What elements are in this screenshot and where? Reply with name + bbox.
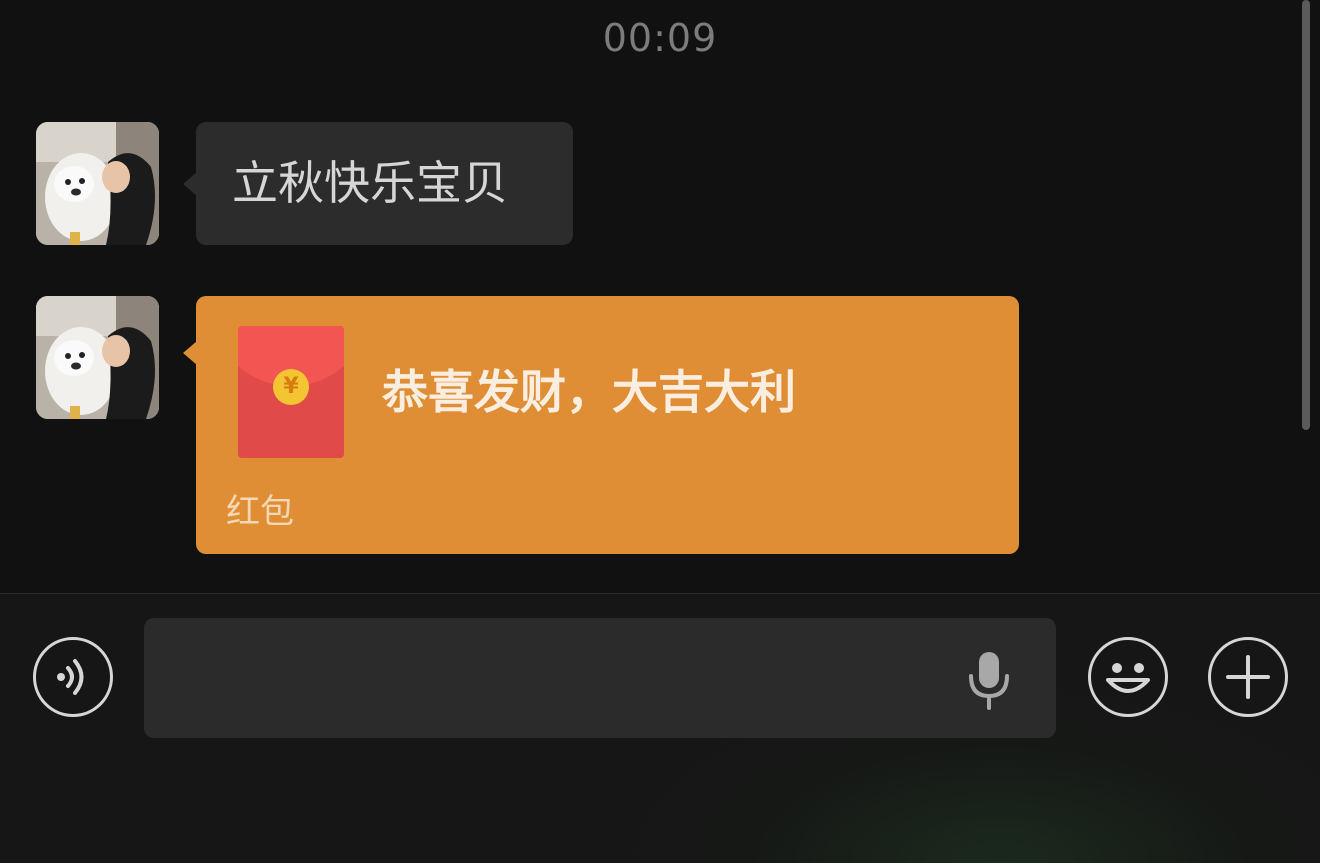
yuan-coin-icon: ¥	[273, 369, 309, 405]
microphone-icon[interactable]	[964, 648, 1014, 712]
voice-mode-icon	[57, 659, 84, 695]
avatar[interactable]	[36, 122, 159, 245]
scrollbar[interactable]	[1302, 0, 1310, 430]
emoji-button[interactable]	[1088, 637, 1168, 717]
voice-mode-button[interactable]	[33, 637, 113, 717]
red-packet-title: 恭喜发财，大吉大利	[382, 365, 796, 419]
red-packet-message[interactable]: ¥ 恭喜发财，大吉大利 红包	[183, 296, 1019, 554]
chat-screen: 00:09 立秋快乐宝贝 ¥ 恭喜发财，大吉大利 红包	[0, 0, 1320, 863]
more-options-button[interactable]	[1208, 637, 1288, 717]
avatar[interactable]	[36, 296, 159, 419]
avatar-photo	[36, 122, 159, 245]
red-envelope-icon: ¥	[238, 326, 344, 458]
message-timestamp: 00:09	[602, 16, 718, 60]
emoji-icon	[1106, 663, 1150, 693]
input-bar	[0, 593, 1320, 863]
plus-icon	[1226, 655, 1270, 699]
text-message-bubble[interactable]: 立秋快乐宝贝	[183, 122, 573, 245]
red-packet-label: 红包	[226, 492, 294, 532]
avatar-photo	[36, 296, 159, 419]
message-input[interactable]	[144, 618, 1056, 738]
message-text: 立秋快乐宝贝	[232, 156, 508, 210]
